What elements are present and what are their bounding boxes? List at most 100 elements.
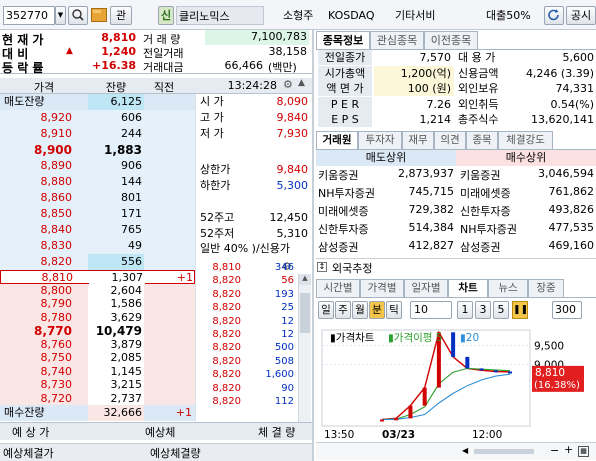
tab-stock-info[interactable]: 종목정보 [316, 31, 370, 49]
tab-broker-1[interactable]: 투자자 [358, 131, 402, 149]
ask-price[interactable]: 8,840 [0, 222, 88, 238]
bid-price[interactable]: 8,740 [0, 365, 88, 379]
ask-price[interactable]: 8,850 [0, 206, 88, 222]
ask-row[interactable]: 8,920 606 [0, 110, 195, 126]
tab-chart-3[interactable]: 차트 [448, 279, 488, 297]
bid-row[interactable]: 8,800 2,604 [0, 283, 195, 298]
bid-row[interactable]: 8,730 3,215 [0, 378, 195, 392]
tab-chart-5[interactable]: 장중 [528, 279, 564, 297]
chart-grid-icon[interactable]: ▦ [578, 446, 589, 457]
tab-broker-2[interactable]: 재무 [402, 131, 434, 149]
stock-code-input[interactable]: 352770 [3, 6, 55, 25]
zoom-out-icon[interactable]: − [550, 444, 559, 457]
sell-broker-name[interactable]: 키움증권 [318, 167, 388, 183]
buy-broker-name[interactable]: 삼성증권 [460, 239, 530, 255]
bar-count-input[interactable]: 300 [552, 301, 582, 319]
bid-price[interactable]: 8,750 [0, 351, 88, 365]
refresh-button[interactable] [544, 6, 564, 25]
bid-price[interactable]: 8,770 [0, 324, 88, 338]
buy-broker-name[interactable]: 미래에셋증 [460, 185, 530, 201]
ask-row[interactable]: 8,880 144 [0, 174, 195, 190]
period-button-1[interactable]: 주 [335, 301, 351, 319]
bid-row[interactable]: 8,770 10,479 [0, 324, 195, 338]
sell-broker-name[interactable]: 신한투자증 [318, 221, 388, 237]
sell-broker-name[interactable]: NH투자증권 [318, 185, 388, 201]
ask-row[interactable]: 8,860 801 [0, 190, 195, 206]
search-button[interactable] [68, 6, 88, 25]
buy-broker-name[interactable]: 키움증권 [460, 167, 530, 183]
credit-badge[interactable]: 신 [158, 6, 174, 25]
tab-chart-4[interactable]: 뉴스 [488, 279, 528, 297]
interval-select[interactable]: 10 [410, 301, 452, 319]
ask-price[interactable]: 8,910 [0, 126, 88, 142]
bid-row[interactable]: 8,790 1,586 [0, 297, 195, 311]
sell-broker-name[interactable]: 미래에셋증 [318, 203, 388, 219]
tab-chart-2[interactable]: 일자별 [404, 279, 448, 297]
ask-row[interactable]: 8,890 906 [0, 158, 195, 174]
bid-row[interactable]: 8,810 1,307 +1 [0, 270, 195, 285]
foreign-est-icon[interactable]: ↕ [317, 262, 327, 272]
code-dropdown-button[interactable]: ▼ [55, 6, 66, 25]
tab-chart-1[interactable]: 가격별 [360, 279, 404, 297]
period-button-0[interactable]: 일 [318, 301, 334, 319]
bid-row[interactable]: 8,780 3,629 [0, 310, 195, 325]
ask-price[interactable]: 8,920 [0, 110, 88, 126]
bid-price[interactable]: 8,790 [0, 297, 88, 311]
tick-scrollbar[interactable]: ▲ [298, 274, 311, 422]
bid-qty: 3,215 [88, 378, 144, 392]
tab-broker-5[interactable]: 체결강도 [498, 131, 553, 149]
buy-broker-name[interactable]: NH투자증권 [460, 221, 530, 237]
ask-row[interactable]: 8,820 556 [0, 254, 195, 270]
bid-price[interactable]: 8,780 [0, 311, 88, 325]
info-value-2: 74,331 [555, 82, 595, 95]
disclosure-button[interactable]: 공시 [566, 6, 596, 25]
tab-watchlist[interactable]: 관심종목 [370, 31, 424, 49]
tab-broker-0[interactable]: 거래원 [316, 131, 358, 149]
ask-qty: 906 [121, 159, 142, 172]
candle [465, 356, 470, 369]
bid-price[interactable]: 8,760 [0, 338, 88, 352]
sell-broker-volume: 514,384 [408, 221, 455, 234]
quick-interval-0[interactable]: 1 [457, 301, 473, 319]
tab-chart-0[interactable]: 시간별 [316, 279, 360, 297]
tick-volume: 346 [274, 262, 294, 273]
ask-row[interactable]: 8,910 244 [0, 126, 195, 142]
ask-price[interactable]: 8,880 [0, 174, 88, 190]
period-button-3[interactable]: 분 [369, 301, 385, 319]
tab-broker-4[interactable]: 종목 [466, 131, 498, 149]
bid-row[interactable]: 8,750 2,085 [0, 351, 195, 365]
buy-broker-name[interactable]: 신한투자증 [460, 203, 530, 219]
ask-price[interactable]: 8,890 [0, 158, 88, 174]
bid-price[interactable]: 8,730 [0, 378, 88, 392]
period-button-4[interactable]: 틱 [386, 301, 402, 319]
bid-row[interactable]: 8,740 1,145 [0, 364, 195, 379]
sell-broker-name[interactable]: 삼성증권 [318, 239, 388, 255]
ask-price[interactable]: 8,820 [0, 254, 88, 270]
period-button-2[interactable]: 월 [352, 301, 368, 319]
watchlist-button[interactable]: 관 [110, 6, 132, 25]
quick-interval-2[interactable]: 5 [493, 301, 509, 319]
settings-icon[interactable]: ⚙ [283, 78, 296, 92]
tab-prev-stock[interactable]: 이전종목 [424, 31, 478, 49]
ask-price[interactable]: 8,830 [0, 238, 88, 254]
quick-interval-1[interactable]: 3 [475, 301, 491, 319]
bid-row[interactable]: 8,720 2,737 [0, 391, 195, 406]
chart-scrollbar[interactable] [474, 449, 534, 454]
ask-price[interactable]: 8,860 [0, 190, 88, 206]
bid-price[interactable]: 8,800 [0, 284, 88, 298]
scroll-left-icon[interactable]: ◀ [462, 446, 468, 455]
tab-broker-3[interactable]: 의견 [434, 131, 466, 149]
ask-row[interactable]: 8,830 49 [0, 238, 195, 254]
ask-row[interactable]: 8,840 765 [0, 222, 195, 238]
pause-icon[interactable]: ❚❚ [512, 301, 528, 319]
collapse-icon[interactable]: ▲ [298, 78, 311, 92]
ask-row[interactable]: 8,900 1,883 [0, 142, 195, 158]
ask-row[interactable]: 8,850 171 [0, 206, 195, 222]
buy-broker-volume: 3,046,594 [538, 167, 594, 180]
zoom-in-icon[interactable]: + [564, 443, 573, 456]
sector-label: 기타서비 [395, 9, 436, 22]
bid-price[interactable]: 8,720 [0, 392, 88, 406]
folder-icon[interactable] [91, 8, 107, 22]
bid-row[interactable]: 8,760 3,879 [0, 337, 195, 352]
ask-price[interactable]: 8,900 [0, 142, 88, 158]
